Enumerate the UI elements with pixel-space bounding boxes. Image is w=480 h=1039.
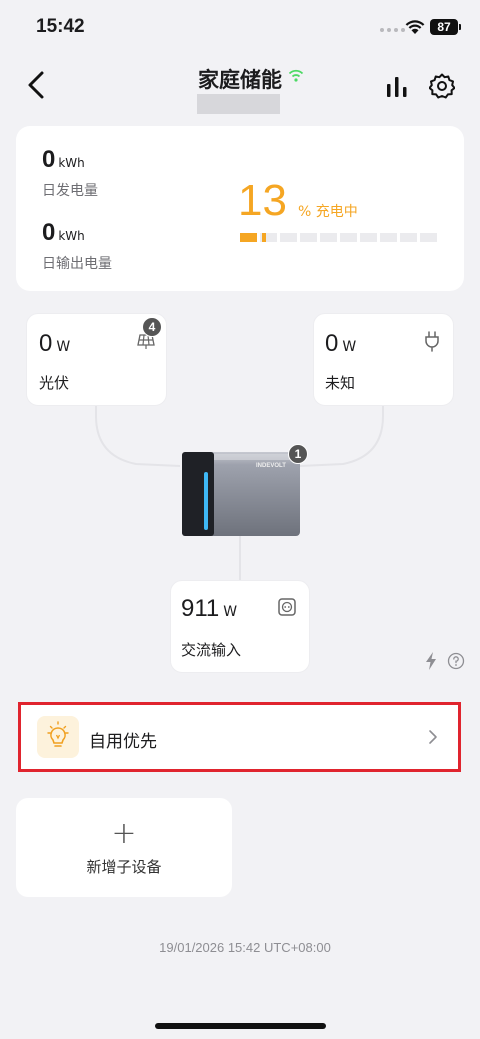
add-sub-device-button[interactable]: + 新增子设备 [16, 798, 232, 897]
daily-generation-value: 0 [42, 146, 56, 173]
soc-segment [400, 233, 417, 242]
soc-segment [240, 233, 257, 242]
plus-icon: + [111, 816, 137, 851]
soc-segment [260, 233, 277, 242]
work-mode-row[interactable]: 自用优先 [18, 702, 461, 772]
daily-generation-label: 日发电量 [42, 183, 98, 199]
help-icon[interactable] [447, 652, 465, 670]
daily-output: 0 kWh [42, 219, 85, 247]
battery-count-badge: 1 [288, 444, 308, 464]
unknown-value: 0 [325, 330, 339, 357]
connected-wifi-icon [288, 69, 304, 82]
plug-icon [425, 331, 439, 352]
soc-status-text: 充电中 [315, 204, 358, 220]
soc-unit: % [298, 204, 312, 220]
mode-icon-box [37, 716, 79, 758]
socket-icon [278, 598, 296, 616]
battery-indicator: 87 [430, 19, 461, 35]
unknown-label: 未知 [325, 374, 356, 392]
chevron-right-icon [429, 730, 437, 744]
wifi-icon [405, 20, 425, 34]
add-sub-device-label: 新增子设备 [86, 858, 162, 876]
unknown-reading: 0W [325, 330, 356, 358]
lightbulb-icon [47, 721, 69, 747]
soc-segment [320, 233, 337, 242]
soc-segment [360, 233, 377, 242]
settings-gear-icon[interactable] [429, 73, 455, 99]
soc-segment [300, 233, 317, 242]
page-title: 家庭储能 [198, 68, 282, 92]
daily-generation: 0 kWh [42, 146, 85, 174]
soc-segment [420, 233, 437, 242]
soc-segment [280, 233, 297, 242]
statistics-button[interactable] [385, 75, 409, 97]
battery-device-image[interactable]: INDEVOLT 1 [180, 444, 308, 536]
daily-generation-unit: kWh [58, 156, 85, 170]
cellular-signal-icon [380, 28, 405, 32]
soc-segment [380, 233, 397, 242]
pv-value: 0 [39, 330, 53, 357]
pv-unit: W [56, 339, 71, 355]
soc-segment-bar [240, 233, 437, 242]
ac-label: 交流输入 [181, 641, 242, 659]
home-indicator[interactable] [155, 1023, 326, 1029]
ac-reading: 911 W [181, 595, 237, 623]
pv-node[interactable]: 0W 光伏 4 [26, 313, 167, 406]
unknown-unit: W [342, 339, 357, 355]
soc-segment [340, 233, 357, 242]
lightning-icon[interactable] [424, 651, 438, 671]
last-update-timestamp: 19/01/2026 15:42 UTC+08:00 [159, 940, 331, 955]
unknown-node[interactable]: 0W 未知 [313, 313, 454, 406]
pv-count-badge: 4 [142, 317, 162, 337]
daily-output-value: 0 [42, 219, 56, 246]
mode-label: 自用优先 [89, 732, 157, 752]
soc-status: % 充电中 [298, 201, 358, 221]
battery-brand-logo: INDEVOLT [256, 463, 286, 469]
soc-percent: 13 [238, 176, 287, 225]
device-id-redacted [197, 94, 280, 114]
ac-unit: W [223, 604, 238, 620]
pv-label: 光伏 [39, 374, 70, 392]
status-time: 15:42 [36, 16, 85, 37]
ac-input-node[interactable]: 911 W 交流输入 [170, 580, 310, 673]
pv-reading: 0W [39, 330, 70, 358]
daily-output-unit: kWh [58, 229, 85, 243]
daily-output-label: 日输出电量 [42, 256, 112, 272]
ac-value: 911 [181, 595, 220, 622]
